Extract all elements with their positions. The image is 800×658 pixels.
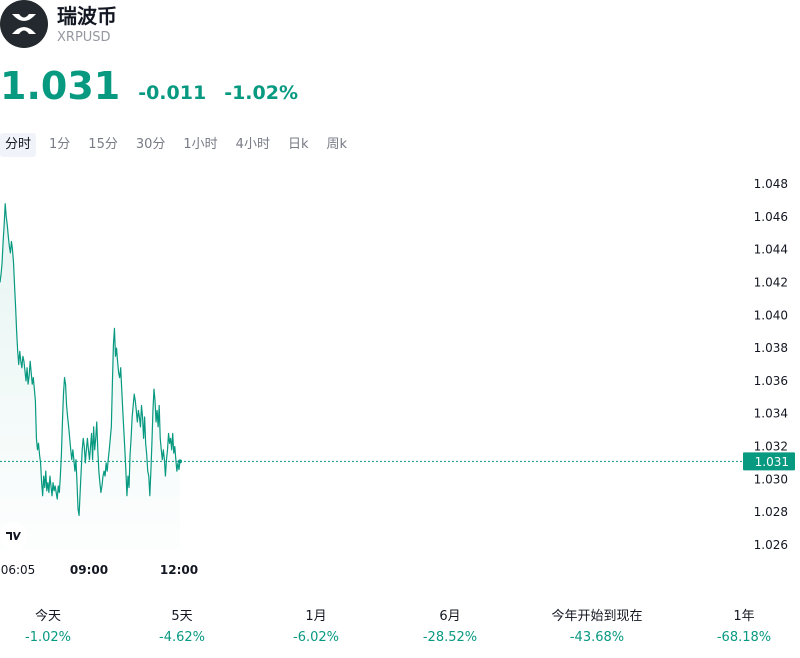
y-tick-label: 1.028 <box>754 505 788 519</box>
period-label: 今年开始到现在 <box>551 609 643 624</box>
period-label: 1年 <box>733 609 755 624</box>
tab-4hour[interactable]: 4小时 <box>231 133 275 157</box>
last-price-dot <box>178 459 182 464</box>
y-tick-label: 1.030 <box>754 472 788 486</box>
y-tick-label: 1.034 <box>754 407 788 421</box>
period-today[interactable]: 今天 -1.02% <box>0 608 113 647</box>
x-tick-label: 09:00 <box>70 563 108 577</box>
timeframe-tabs: 分时 1分 15分 30分 1小时 4小时 日k 周k <box>0 133 360 157</box>
y-tick-label: 1.036 <box>754 374 788 388</box>
period-value: -28.52% <box>422 630 478 645</box>
x-tick-label: 12:00 <box>160 563 198 577</box>
period-1y[interactable]: 1年 -68.18% <box>679 608 800 647</box>
y-axis: 1.048 1.046 1.044 1.042 1.040 1.038 1.036 1.034… <box>754 177 788 552</box>
last-price: 1.031 <box>0 64 121 108</box>
period-1m[interactable]: 1月 -6.02% <box>251 608 381 647</box>
y-tick-label: 1.048 <box>754 177 788 191</box>
xrp-logo-glyph <box>12 14 36 34</box>
period-ytd[interactable]: 今年开始到现在 -43.68% <box>532 608 662 647</box>
period-value: -4.62% <box>159 630 205 645</box>
tab-30min[interactable]: 30分 <box>131 133 171 157</box>
current-price-label: 1.031 <box>755 455 789 469</box>
quote-panel: 1.031 -0.011 -1.02% <box>0 64 298 108</box>
y-tick-label: 1.046 <box>754 210 788 224</box>
period-label: 1月 <box>305 609 327 624</box>
y-tick-label: 1.038 <box>754 341 788 355</box>
period-label: 今天 <box>34 609 61 624</box>
y-tick-label: 1.040 <box>754 308 788 322</box>
x-tick-label: 06:05 <box>1 563 36 577</box>
period-5d[interactable]: 5天 -4.62% <box>117 608 247 647</box>
page-title: 瑞波币 <box>57 4 117 28</box>
period-value: -43.68% <box>569 630 625 645</box>
y-tick-label: 1.026 <box>754 538 788 552</box>
tab-1hour[interactable]: 1小时 <box>178 133 222 157</box>
x-axis: 06:05 09:00 12:00 <box>1 563 198 577</box>
tab-1min[interactable]: 1分 <box>44 133 75 157</box>
period-value: -6.02% <box>293 630 339 645</box>
price-change: -0.011 <box>138 82 207 104</box>
header: 瑞波币 XRPUSD <box>0 0 800 48</box>
tab-daily[interactable]: 日k <box>283 133 314 157</box>
performance-periods: 今天 -1.02% 5天 -4.62% 1月 -6.02% 6月 -28.52%… <box>0 608 800 652</box>
price-chart-svg[interactable]: 1.048 1.046 1.044 1.042 1.040 1.038 1.036 1.034… <box>0 160 800 590</box>
period-label: 6月 <box>439 609 461 624</box>
price-chart[interactable]: 1.048 1.046 1.044 1.042 1.040 1.038 1.036 1.034… <box>0 160 800 590</box>
y-tick-label: 1.042 <box>754 275 788 289</box>
ticker-symbol: XRPUSD <box>57 30 111 45</box>
tab-intraday[interactable]: 分时 <box>0 133 37 157</box>
period-6m[interactable]: 6月 -28.52% <box>385 608 515 647</box>
y-tick-label: 1.044 <box>754 243 788 257</box>
tab-15min[interactable]: 15分 <box>83 133 123 157</box>
period-value: -1.02% <box>25 630 71 645</box>
tradingview-logo-icon[interactable] <box>0 522 28 550</box>
price-change-percent: -1.02% <box>224 82 298 104</box>
y-tick-label: 1.032 <box>754 440 788 454</box>
tab-weekly[interactable]: 周k <box>321 133 352 157</box>
period-value: -68.18% <box>716 630 772 645</box>
period-label: 5天 <box>171 609 193 624</box>
xrp-logo-icon <box>0 0 48 48</box>
